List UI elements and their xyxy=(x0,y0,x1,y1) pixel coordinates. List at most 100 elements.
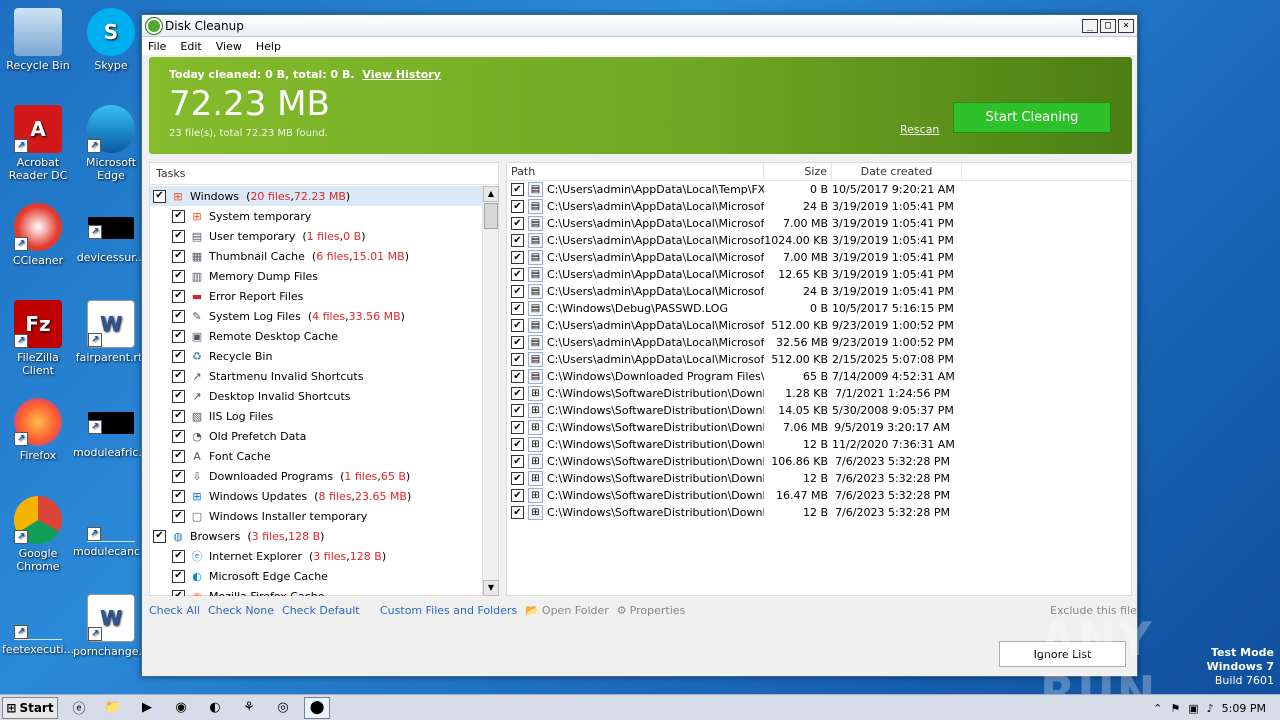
properties-action[interactable]: ⚙ Properties xyxy=(617,604,685,617)
desktop-icon[interactable]: W ↗ pornchange... xyxy=(73,594,149,658)
file-row[interactable]: ✔ ▤ C:\Users\admin\AppData\Local\Microsoft… xyxy=(507,351,1131,368)
file-checkbox[interactable]: ✔ xyxy=(511,217,524,230)
file-row[interactable]: ✔ ▤ C:\Users\admin\AppData\Local\Temp\FX..… xyxy=(507,181,1131,198)
scroll-up-arrow[interactable]: ▲ xyxy=(483,186,499,202)
file-checkbox[interactable]: ✔ xyxy=(511,336,524,349)
start-button[interactable]: ⊞ Start xyxy=(2,696,58,719)
tray-expand-icon[interactable]: ⌃ xyxy=(1153,702,1162,715)
task-item[interactable]: ✔ ◍ Browsers (3 files, 128 B) xyxy=(150,526,483,546)
task-item[interactable]: ✔ ⊞ Windows (20 files, 72.23 MB) xyxy=(150,186,483,206)
task-item[interactable]: ✔ ▣ Remote Desktop Cache xyxy=(150,326,483,346)
file-row[interactable]: ✔ ▤ C:\Windows\Debug\PASSWD.LOG 0 B 10/5/201… xyxy=(507,300,1131,317)
file-checkbox[interactable]: ✔ xyxy=(511,234,524,247)
task-item[interactable]: ✔ ♻ Recycle Bin xyxy=(150,346,483,366)
task-checkbox[interactable]: ✔ xyxy=(172,209,185,223)
file-row[interactable]: ✔ ▤ C:\Users\admin\AppData\Local\Microsoft… xyxy=(507,283,1131,300)
task-item[interactable]: ✔ ◐ Microsoft Edge Cache xyxy=(150,566,483,586)
task-item[interactable]: ✔ ◉ Mozilla Firefox Cache xyxy=(150,586,483,596)
task-checkbox[interactable]: ✔ xyxy=(172,409,185,423)
chrome-taskbar-icon[interactable]: ◉ xyxy=(168,697,194,719)
title-bar[interactable]: Disk Cleanup _ □ × xyxy=(142,15,1137,37)
task-checkbox[interactable]: ✔ xyxy=(172,389,185,403)
file-row[interactable]: ✔ ▤ C:\Windows\Downloaded Program Files\..… xyxy=(507,368,1131,385)
file-row[interactable]: ✔ ⊞ C:\Windows\SoftwareDistribution\Downl.… xyxy=(507,453,1131,470)
task-item[interactable]: ✔ ⊞ System temporary xyxy=(150,206,483,226)
desktop-icon[interactable]: Fz ↗ FileZilla Client xyxy=(0,300,76,377)
task-checkbox[interactable]: ✔ xyxy=(172,289,185,303)
task-item[interactable]: ✔ ▧ IIS Log Files xyxy=(150,406,483,426)
task-item[interactable]: ✔ ⓔ Internet Explorer (3 files, 128 B) xyxy=(150,546,483,566)
desktop-icon[interactable]: ↗ Microsoft Edge xyxy=(73,105,149,182)
desktop-icon[interactable]: W ↗ fairparent.rtf xyxy=(73,300,149,364)
edge-taskbar-icon[interactable]: ◐ xyxy=(202,697,228,719)
tray-clock[interactable]: 5:09 PM xyxy=(1222,702,1266,715)
task-checkbox[interactable]: ✔ xyxy=(172,549,185,563)
file-checkbox[interactable]: ✔ xyxy=(511,319,524,332)
file-row[interactable]: ✔ ⊞ C:\Windows\SoftwareDistribution\Downl.… xyxy=(507,470,1131,487)
file-checkbox[interactable]: ✔ xyxy=(511,506,524,519)
app-taskbar-icon[interactable]: ◎ xyxy=(270,697,296,719)
file-row[interactable]: ✔ ⊞ C:\Windows\SoftwareDistribution\Downl.… xyxy=(507,402,1131,419)
ie-taskbar-icon[interactable]: ⓔ xyxy=(66,697,92,719)
tray-network-icon[interactable]: ▣ xyxy=(1188,702,1198,715)
file-checkbox[interactable]: ✔ xyxy=(511,200,524,213)
task-checkbox[interactable]: ✔ xyxy=(172,509,185,523)
file-checkbox[interactable]: ✔ xyxy=(511,268,524,281)
custom-files-link[interactable]: Custom Files and Folders xyxy=(380,604,517,617)
file-checkbox[interactable]: ✔ xyxy=(511,421,524,434)
file-row[interactable]: ✔ ▤ C:\Users\admin\AppData\Local\Microsoft… xyxy=(507,266,1131,283)
task-checkbox[interactable]: ✔ xyxy=(172,469,185,483)
task-item[interactable]: ✔ ▤ User temporary (1 files, 0 B) xyxy=(150,226,483,246)
task-checkbox[interactable]: ✔ xyxy=(153,529,166,543)
task-checkbox[interactable]: ✔ xyxy=(172,369,185,383)
task-item[interactable]: ✔ ◔ Old Prefetch Data xyxy=(150,426,483,446)
scroll-down-arrow[interactable]: ▼ xyxy=(483,580,499,596)
column-date[interactable]: Date created xyxy=(832,163,962,180)
file-checkbox[interactable]: ✔ xyxy=(511,404,524,417)
file-row[interactable]: ✔ ⊞ C:\Windows\SoftwareDistribution\Downl.… xyxy=(507,487,1131,504)
task-item[interactable]: ✔ ▢ Windows Installer temporary xyxy=(150,506,483,526)
file-row[interactable]: ✔ ▤ C:\Users\admin\AppData\Local\Microsoft… xyxy=(507,317,1131,334)
file-row[interactable]: ✔ ⊞ C:\Windows\SoftwareDistribution\Downl.… xyxy=(507,504,1131,521)
task-item[interactable]: ✔ ↗ Startmenu Invalid Shortcuts xyxy=(150,366,483,386)
task-item[interactable]: ✔ A Font Cache xyxy=(150,446,483,466)
task-item[interactable]: ✔ ⇩ Downloaded Programs (1 files, 65 B) xyxy=(150,466,483,486)
file-row[interactable]: ✔ ⊞ C:\Windows\SoftwareDistribution\Downl.… xyxy=(507,436,1131,453)
task-item[interactable]: ✔ ⊞ Windows Updates (8 files, 23.65 MB) xyxy=(150,486,483,506)
tray-volume-icon[interactable]: ♪ xyxy=(1207,702,1214,715)
desktop-icon[interactable]: Recycle Bin xyxy=(0,8,76,72)
file-row[interactable]: ✔ ▤ C:\Users\admin\AppData\Local\Microsoft… xyxy=(507,215,1131,232)
task-checkbox[interactable]: ✔ xyxy=(153,189,166,203)
file-checkbox[interactable]: ✔ xyxy=(511,387,524,400)
task-item[interactable]: ✔ ↗ Desktop Invalid Shortcuts xyxy=(150,386,483,406)
file-checkbox[interactable]: ✔ xyxy=(511,251,524,264)
desktop-icon[interactable]: ↗ CCleaner xyxy=(0,203,76,267)
task-checkbox[interactable]: ✔ xyxy=(172,329,185,343)
file-checkbox[interactable]: ✔ xyxy=(511,285,524,298)
network-taskbar-icon[interactable]: ⚘ xyxy=(236,697,262,719)
task-checkbox[interactable]: ✔ xyxy=(172,429,185,443)
file-row[interactable]: ✔ ▤ C:\Users\admin\AppData\Local\Microsoft… xyxy=(507,232,1131,249)
file-row[interactable]: ✔ ⊞ C:\Windows\SoftwareDistribution\Downl.… xyxy=(507,419,1131,436)
open-folder-action[interactable]: 📂 Open Folder xyxy=(525,604,609,617)
file-checkbox[interactable]: ✔ xyxy=(511,183,524,196)
file-checkbox[interactable]: ✔ xyxy=(511,438,524,451)
menu-edit[interactable]: Edit xyxy=(180,40,201,53)
task-checkbox[interactable]: ✔ xyxy=(172,269,185,283)
media-player-taskbar-icon[interactable]: ▶ xyxy=(134,697,160,719)
file-row[interactable]: ✔ ▤ C:\Users\admin\AppData\Local\Microsoft… xyxy=(507,249,1131,266)
column-size[interactable]: Size xyxy=(764,163,832,180)
column-path[interactable]: Path xyxy=(507,163,764,180)
desktop-icon[interactable]: S Skype xyxy=(73,8,149,72)
file-row[interactable]: ✔ ⊞ C:\Windows\SoftwareDistribution\Downl.… xyxy=(507,385,1131,402)
task-checkbox[interactable]: ✔ xyxy=(172,349,185,363)
file-row[interactable]: ✔ ▤ C:\Users\admin\AppData\Local\Microsoft… xyxy=(507,198,1131,215)
view-history-link[interactable]: View History xyxy=(362,68,440,81)
maximize-button[interactable]: □ xyxy=(1100,18,1116,33)
task-item[interactable]: ✔ ▥ Memory Dump Files xyxy=(150,266,483,286)
desktop-icon[interactable]: ↗ feetexecuti... xyxy=(0,594,76,656)
task-checkbox[interactable]: ✔ xyxy=(172,489,185,503)
close-button[interactable]: × xyxy=(1118,18,1134,33)
task-checkbox[interactable]: ✔ xyxy=(172,589,185,596)
menu-help[interactable]: Help xyxy=(256,40,281,53)
